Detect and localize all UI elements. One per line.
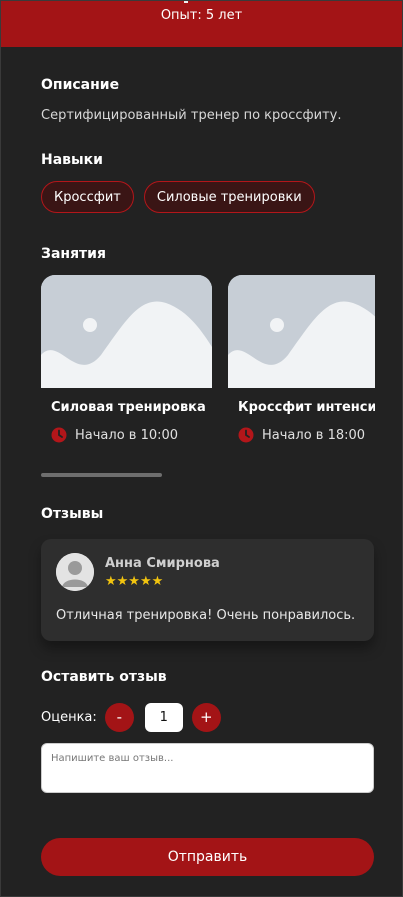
image-placeholder-icon bbox=[228, 275, 375, 388]
leave-review-title: Оставить отзыв bbox=[41, 669, 167, 685]
review-textarea[interactable] bbox=[41, 743, 374, 793]
skill-chip[interactable]: Кроссфит bbox=[41, 181, 134, 213]
classes-title: Занятия bbox=[41, 246, 106, 262]
avatar bbox=[56, 553, 94, 591]
clock-icon bbox=[51, 427, 67, 443]
review-text: Отличная тренировка! Очень понравилось. bbox=[56, 608, 356, 623]
reviewer-name: Анна Смирнова bbox=[105, 556, 220, 571]
reviews-title: Отзывы bbox=[41, 506, 104, 522]
description-text: Сертифицированный тренер по кроссфиту. bbox=[41, 108, 342, 123]
review-card: Анна Смирнова ★★★★★ Отличная тренировка!… bbox=[41, 539, 374, 641]
rating-input[interactable] bbox=[144, 703, 183, 732]
class-time-label: Начало в 18:00 bbox=[262, 427, 366, 443]
decrease-rating-button[interactable]: - bbox=[104, 703, 134, 732]
image-placeholder-icon bbox=[41, 275, 212, 388]
rating-label: Оценка: bbox=[41, 710, 97, 725]
experience-text: Опыт: 5 лет bbox=[160, 8, 243, 23]
rating-stars: ★★★★★ bbox=[105, 574, 164, 589]
trainer-profile-page: Опыт: 5 лет Описание Сертифицированный т… bbox=[0, 0, 403, 897]
header-bar: Опыт: 5 лет bbox=[1, 1, 402, 47]
class-name: Кроссфит интенсив bbox=[238, 400, 375, 415]
skills-title: Навыки bbox=[41, 152, 103, 168]
class-time: Начало в 18:00 bbox=[238, 427, 365, 443]
class-time: Начало в 10:00 bbox=[51, 427, 178, 443]
carousel-scrollbar[interactable] bbox=[41, 473, 162, 477]
clock-icon bbox=[238, 427, 254, 443]
skills-list: Кроссфит Силовые тренировки bbox=[41, 181, 315, 213]
class-card[interactable]: Силовая тренировка Начало в 10:00 bbox=[41, 275, 212, 443]
class-card[interactable]: Кроссфит интенсив Начало в 18:00 bbox=[228, 275, 375, 443]
increase-rating-button[interactable]: + bbox=[191, 703, 221, 732]
rating-control: Оценка: - + bbox=[41, 703, 221, 732]
class-time-label: Начало в 10:00 bbox=[75, 427, 179, 443]
description-title: Описание bbox=[41, 77, 120, 93]
skill-chip[interactable]: Силовые тренировки bbox=[143, 181, 315, 213]
submit-button[interactable]: Отправить bbox=[41, 838, 374, 876]
user-avatar-icon bbox=[56, 553, 94, 591]
header-decor bbox=[184, 1, 188, 3]
class-name: Силовая тренировка bbox=[51, 400, 206, 415]
classes-carousel[interactable]: Силовая тренировка Начало в 10:00 Кроссф… bbox=[41, 275, 375, 455]
